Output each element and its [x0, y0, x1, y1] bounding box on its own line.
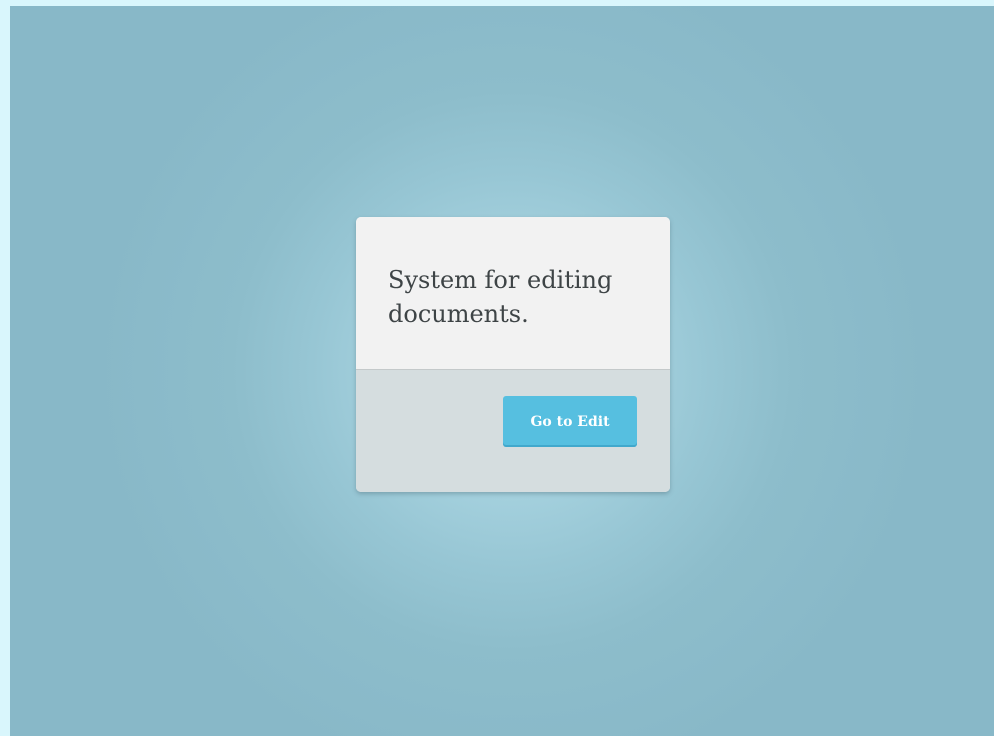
dialog-message: System for editing documents.	[388, 266, 613, 328]
dialog-card: System for editing documents. Go to Edit	[356, 217, 670, 492]
page-background: System for editing documents. Go to Edit	[10, 6, 994, 736]
dialog-footer: Go to Edit	[356, 370, 670, 492]
go-to-edit-button[interactable]: Go to Edit	[503, 396, 637, 447]
dialog-body: System for editing documents.	[356, 217, 670, 370]
